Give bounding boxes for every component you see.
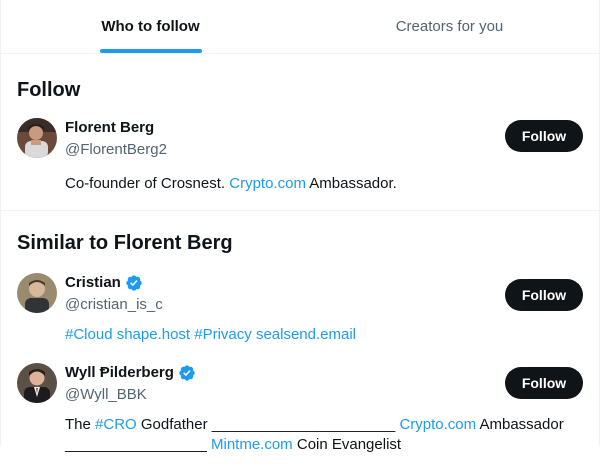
verified-badge-icon <box>126 275 142 291</box>
follow-button[interactable]: Follow <box>505 367 583 399</box>
avatar[interactable] <box>17 363 57 403</box>
active-tab-indicator <box>99 49 202 53</box>
who-to-follow-panel: Who to follow Creators for you Follow Fl… <box>0 0 600 453</box>
bio-text: Coin Evangelist <box>292 436 402 453</box>
avatar[interactable] <box>17 118 57 158</box>
user-bio: The #CRO Godfather _____________________… <box>65 415 583 455</box>
bio-text: Ambassador <box>476 416 564 433</box>
user-handle: @FlorentBerg2 <box>65 141 167 158</box>
follow-button[interactable]: Follow <box>505 120 583 152</box>
bio-link-mintme[interactable]: Mintme.com <box>211 436 293 453</box>
section-title-similar: Similar to Florent Berg <box>17 232 233 254</box>
user-name-text: Wyll Ᵽilderberg <box>65 364 174 381</box>
user-name-text: Florent Berg <box>65 119 155 136</box>
tab-creators-for-you-label: Creators for you <box>395 18 504 35</box>
user-cell-wyll[interactable]: Wyll Ᵽilderberg @Wyll_BBK The #CRO Godfa… <box>1 357 599 467</box>
tab-who-to-follow-label: Who to follow <box>101 18 200 35</box>
bio-text: _________________ <box>65 436 211 453</box>
user-name-text: Cristian <box>65 274 121 291</box>
user-info: Cristian @cristian_is_c #Cloud shape.hos… <box>65 273 583 345</box>
bio-link-crypto[interactable]: Crypto.com <box>399 416 476 433</box>
user-cell-florent-berg[interactable]: Florent Berg @FlorentBerg2 Co-founder of… <box>1 106 599 206</box>
verified-badge-icon <box>179 365 195 381</box>
bio-text: Ambassador. <box>305 175 397 192</box>
tab-bar: Who to follow Creators for you <box>1 0 599 54</box>
bio-link-crypto[interactable]: Crypto.com <box>229 175 306 192</box>
avatar[interactable] <box>17 273 57 313</box>
tab-creators-for-you[interactable]: Creators for you <box>300 0 599 53</box>
bio-text: Co-founder of Crosnest. <box>65 175 230 192</box>
user-bio[interactable]: #Cloud shape.host #Privacy sealsend.emai… <box>65 325 583 345</box>
user-cell-cristian[interactable]: Cristian @cristian_is_c #Cloud shape.hos… <box>1 259 599 357</box>
follow-button[interactable]: Follow <box>505 279 583 311</box>
bio-text: The <box>65 416 96 433</box>
user-bio: Co-founder of Crosnest. Crypto.com Ambas… <box>65 174 583 194</box>
tab-who-to-follow[interactable]: Who to follow <box>1 0 300 53</box>
section-title-follow: Follow <box>17 79 81 101</box>
bio-hashtag-cro[interactable]: #CRO <box>95 416 137 433</box>
bio-text: Godfather ______________________ <box>136 416 400 433</box>
